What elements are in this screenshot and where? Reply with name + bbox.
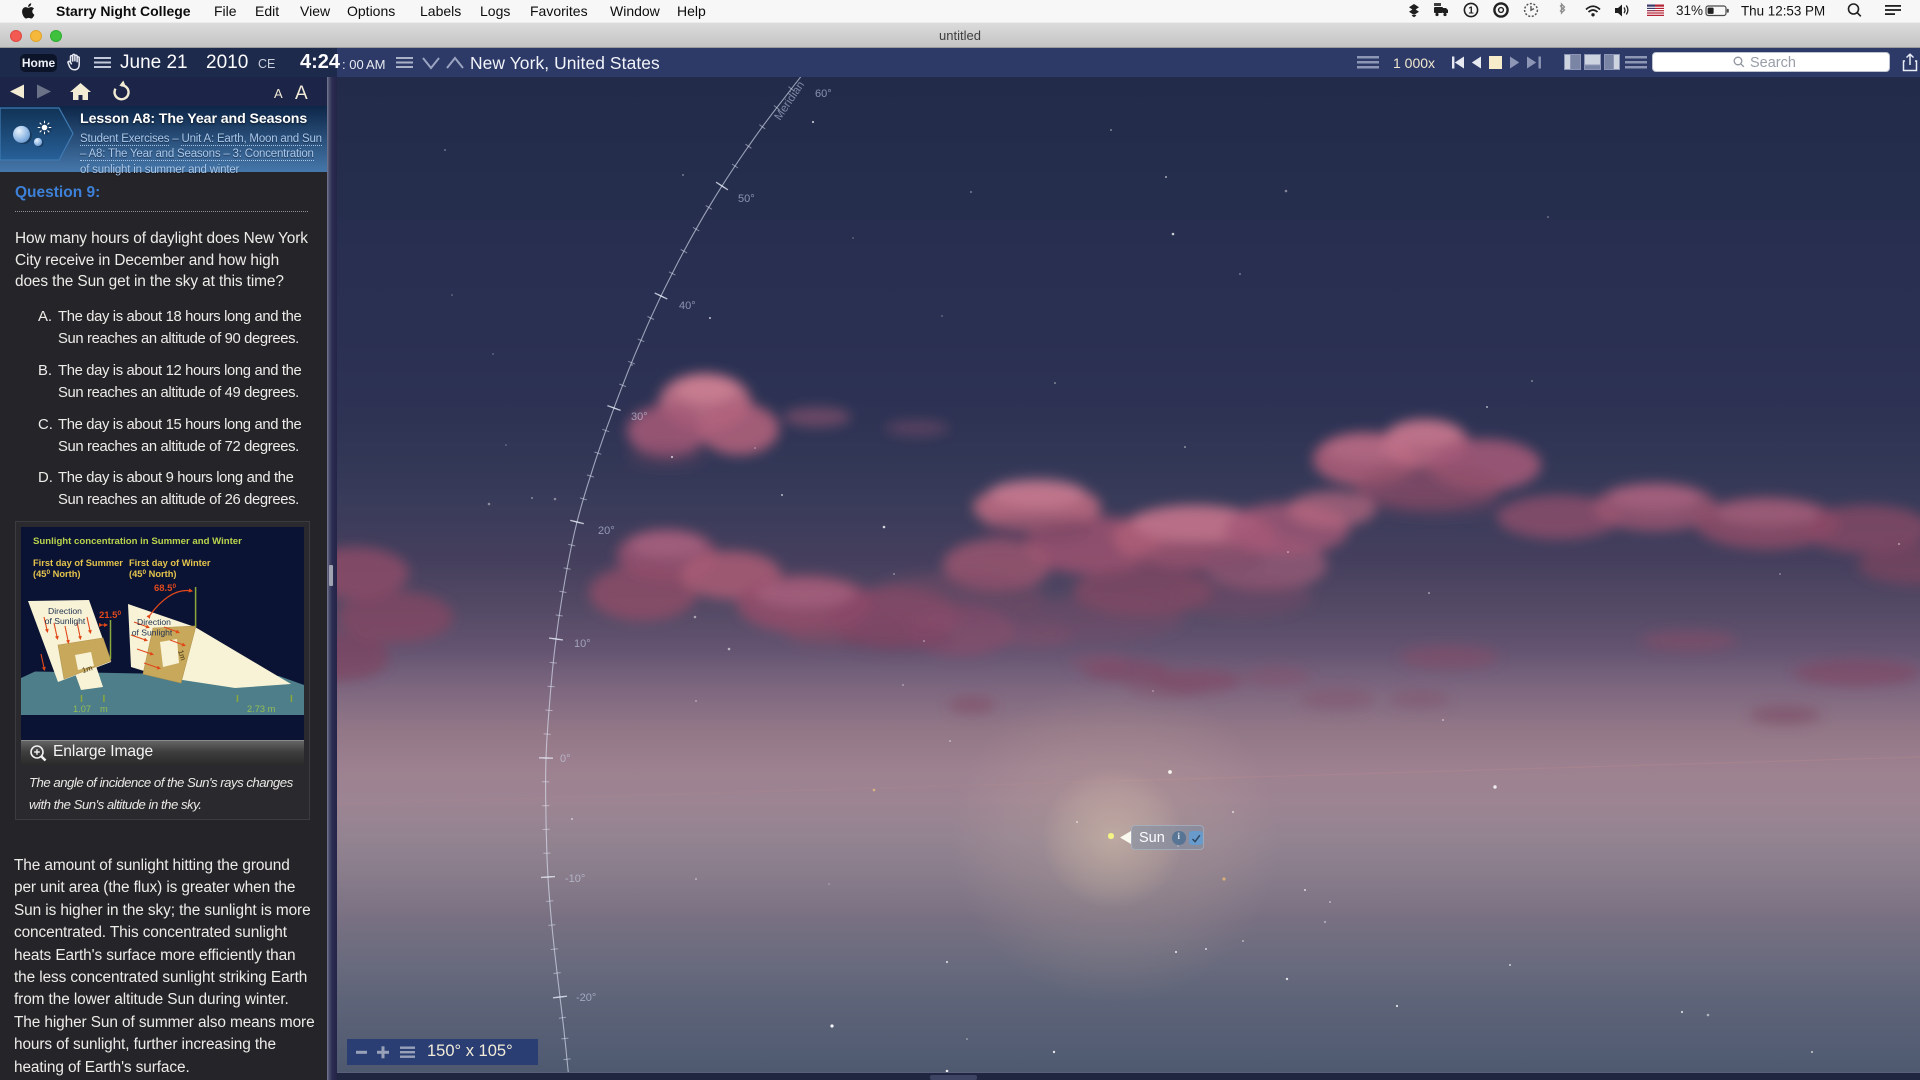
svg-text:A: A bbox=[295, 83, 308, 104]
svg-text:10°: 10° bbox=[574, 638, 591, 650]
svg-text:0°: 0° bbox=[560, 753, 571, 765]
svg-text:Direction: Direction bbox=[48, 606, 82, 616]
svg-text:40°: 40° bbox=[679, 300, 696, 312]
svg-text:First day of Winter: First day of Winter bbox=[129, 558, 211, 568]
svg-text:A: A bbox=[274, 86, 283, 101]
svg-text:31%: 31% bbox=[1676, 3, 1703, 18]
svg-text:20°: 20° bbox=[598, 525, 615, 537]
svg-text:Sunlight concentration in Summ: Sunlight concentration in Summer and Win… bbox=[33, 536, 242, 547]
svg-text:Direction: Direction bbox=[137, 617, 171, 627]
svg-text:(450 North): (450 North) bbox=[129, 569, 177, 579]
svg-text:60°: 60° bbox=[815, 88, 832, 100]
svg-text:of Sunlight: of Sunlight bbox=[45, 616, 86, 626]
svg-text:(450 North): (450 North) bbox=[33, 569, 81, 579]
svg-text:First day of Summer: First day of Summer bbox=[33, 558, 123, 568]
svg-text:-20°: -20° bbox=[576, 992, 596, 1004]
svg-text:Meridian: Meridian bbox=[773, 79, 808, 122]
svg-text:50°: 50° bbox=[738, 193, 755, 205]
svg-text:2.73 m: 2.73 m bbox=[247, 704, 276, 714]
svg-text:m: m bbox=[100, 704, 108, 714]
svg-text:1.07: 1.07 bbox=[73, 704, 91, 714]
svg-text:1: 1 bbox=[1468, 6, 1474, 17]
svg-text:of Sunlight: of Sunlight bbox=[132, 628, 173, 638]
svg-text:-10°: -10° bbox=[565, 873, 585, 885]
svg-text:30°: 30° bbox=[631, 411, 648, 423]
svg-text:Thu 12:53 PM: Thu 12:53 PM bbox=[1741, 4, 1825, 19]
